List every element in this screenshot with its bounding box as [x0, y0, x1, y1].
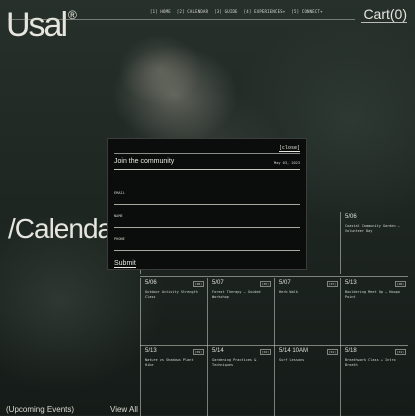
upcoming-events-label: (Upcoming Events)	[6, 405, 75, 414]
nav-item-calendar[interactable]: [2] CALENDAR	[177, 9, 208, 14]
event-tag: [01]	[326, 349, 338, 355]
join-community-modal: [close] Join the community May 03, 2023 …	[107, 138, 307, 270]
event-tag: [08]	[394, 281, 406, 287]
email-label: EMAIL	[114, 191, 125, 195]
event-title: Gardening Practices & Techniques	[212, 358, 257, 367]
name-label: NAME	[114, 214, 123, 218]
modal-divider	[114, 153, 300, 154]
logo-text: Usal	[6, 6, 68, 44]
event-title: Herb Walk	[279, 290, 298, 294]
event-date: 5/18	[345, 348, 357, 354]
calendar-cell[interactable]: 5/07 [05] Forest Therapy – Guided Worksh…	[207, 278, 274, 346]
name-field[interactable]	[114, 219, 300, 228]
event-tag: [01]	[394, 349, 406, 355]
calendar-cell[interactable]: 5/06 Coastal Community Garden – Voluntee…	[340, 212, 409, 274]
event-date: 5/13	[145, 348, 157, 354]
page-title: /Calendar	[8, 213, 121, 244]
event-date: 5/07	[212, 280, 224, 286]
header-divider	[8, 19, 355, 20]
calendar-cell[interactable]: 5/14 [04] Gardening Practices & Techniqu…	[207, 346, 274, 416]
event-date: 5/14 10AM	[279, 348, 309, 354]
close-button[interactable]: [close]	[278, 145, 300, 152]
calendar-cell[interactable]: 5/14 10AM [01] Surf Lessons	[274, 346, 341, 416]
modal-title: Join the community	[114, 158, 175, 165]
event-date: 5/13	[345, 280, 357, 286]
calendar-cell[interactable]: 5/07 [07] Herb Walk	[274, 278, 341, 346]
modal-divider	[114, 169, 300, 170]
view-all-link[interactable]: View All	[110, 405, 138, 414]
site-logo[interactable]: Usal ®	[6, 6, 77, 45]
event-title: Forest Therapy – Guided Workshop	[212, 290, 261, 299]
event-tag: [05]	[259, 281, 271, 287]
modal-date: May 03, 2023	[274, 161, 300, 165]
nav-item-connect[interactable]: [5] CONNECT+	[291, 9, 322, 14]
event-title: Surf Lessons	[279, 358, 305, 362]
nav-item-home[interactable]: [1] HOME	[150, 9, 171, 14]
main-nav: [1] HOME [2] CALENDAR [3] GUIDE [4] EXPE…	[150, 9, 323, 14]
event-title: Coastal Community Garden – Volunteer Day	[345, 224, 400, 233]
cart-link[interactable]: Cart(0)	[363, 6, 407, 22]
phone-field[interactable]	[114, 242, 300, 251]
event-tag: [09]	[192, 349, 204, 355]
event-date: 5/14	[212, 348, 224, 354]
calendar-cell[interactable]: 5/13 [09] Nature vs Shadows Plant Hike	[140, 346, 207, 416]
submit-button[interactable]: Submit	[114, 260, 136, 268]
email-field[interactable]	[114, 196, 300, 205]
calendar-cell[interactable]: 5/06 [08] Outdoor Activity Strength Clas…	[140, 278, 207, 346]
event-title: Bouldering Meet Up – Hoopa Point	[345, 290, 400, 299]
event-title: Nature vs Shadows Plant Hike	[145, 358, 194, 367]
event-date: 5/07	[279, 280, 291, 286]
event-date: 5/06	[345, 214, 357, 220]
event-title: Outdoor Activity Strength Class	[145, 290, 198, 299]
calendar-cell[interactable]: 5/13 [08] Bouldering Meet Up – Hoopa Poi…	[340, 278, 409, 346]
event-tag: [04]	[259, 349, 271, 355]
event-title: Breathwork Class + Intro Breath	[345, 358, 396, 367]
phone-label: PHONE	[114, 237, 125, 241]
nav-item-guide[interactable]: [3] GUIDE	[214, 9, 237, 14]
cart-underline	[361, 22, 407, 23]
event-tag: [07]	[326, 281, 338, 287]
calendar-cell[interactable]: 5/18 [01] Breathwork Class + Intro Breat…	[340, 346, 409, 416]
grid-divider	[140, 276, 408, 277]
event-date: 5/06	[145, 280, 157, 286]
event-tag: [08]	[192, 281, 204, 287]
nav-item-experiences[interactable]: [4] EXPERIENCES+	[244, 9, 286, 14]
